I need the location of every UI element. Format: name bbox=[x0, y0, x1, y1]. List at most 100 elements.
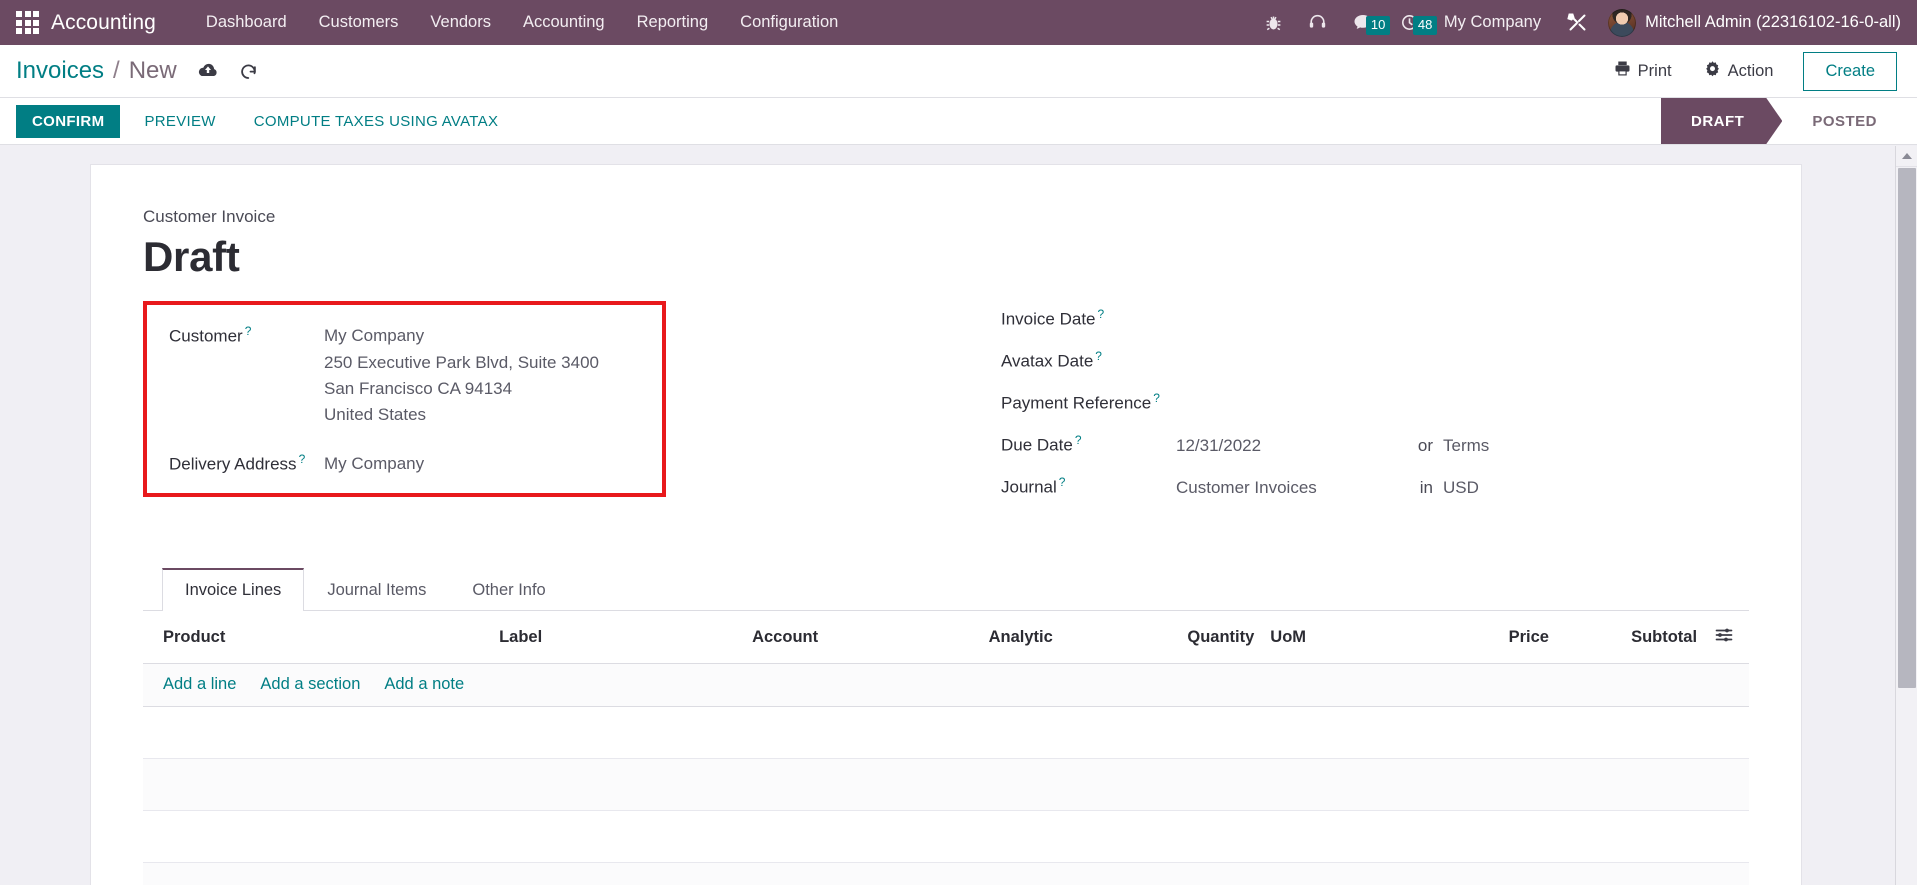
undo-icon[interactable] bbox=[239, 62, 258, 81]
action-label: Action bbox=[1727, 61, 1774, 80]
scroll-up-arrow-icon[interactable] bbox=[1896, 146, 1917, 167]
avatar bbox=[1608, 8, 1637, 37]
top-navbar: Accounting Dashboard Customers Vendors A… bbox=[0, 0, 1917, 45]
vertical-scrollbar[interactable] bbox=[1895, 146, 1917, 885]
column-header-uom[interactable]: UoM bbox=[1262, 611, 1381, 665]
customer-label-text: Customer bbox=[169, 326, 243, 346]
field-delivery-address[interactable]: Delivery Address? My Company bbox=[169, 451, 646, 477]
delivery-address-value[interactable]: My Company bbox=[324, 451, 424, 477]
gear-icon bbox=[1704, 60, 1721, 82]
column-header-analytic[interactable]: Analytic bbox=[898, 611, 1144, 665]
company-switcher[interactable]: My Company bbox=[1432, 13, 1555, 32]
optional-columns-toggle[interactable] bbox=[1705, 611, 1749, 665]
navbar-right-tools: 10 48 My Company Mitchell Admin (2231610… bbox=[1252, 8, 1901, 37]
delivery-address-label: Delivery Address? bbox=[169, 451, 324, 475]
column-header-account[interactable]: Account bbox=[672, 611, 899, 665]
due-date-value[interactable]: 12/31/2022 bbox=[1176, 436, 1411, 456]
preview-button[interactable]: PREVIEW bbox=[130, 105, 229, 138]
due-date-conjunction: or bbox=[1417, 435, 1433, 455]
support-headset-icon[interactable] bbox=[1295, 13, 1340, 32]
add-line-row: Add a line Add a section Add a note bbox=[143, 663, 1749, 708]
cloud-upload-icon[interactable] bbox=[197, 62, 219, 80]
help-icon[interactable]: ? bbox=[245, 324, 252, 338]
menu-item-customers[interactable]: Customers bbox=[303, 2, 415, 43]
payment-terms-value[interactable]: Terms bbox=[1443, 436, 1489, 456]
table-row bbox=[143, 758, 1749, 812]
tab-other-info[interactable]: Other Info bbox=[449, 568, 568, 611]
action-button[interactable]: Action bbox=[1688, 54, 1790, 88]
confirm-button[interactable]: CONFIRM bbox=[16, 104, 121, 138]
tab-journal-items[interactable]: Journal Items bbox=[304, 568, 449, 611]
customer-label: Customer? bbox=[169, 323, 324, 347]
invoice-lines-table: Product Label Account Analytic Quantity … bbox=[143, 611, 1749, 885]
menu-item-accounting[interactable]: Accounting bbox=[507, 2, 621, 43]
journal-label: Journal? bbox=[1001, 475, 1176, 498]
form-groups: Customer? My Company 250 Executive Park … bbox=[143, 301, 1749, 517]
document-type-label: Customer Invoice bbox=[143, 207, 276, 226]
tab-invoice-lines[interactable]: Invoice Lines bbox=[162, 568, 305, 612]
add-a-note-button[interactable]: Add a note bbox=[384, 675, 464, 694]
printer-icon bbox=[1614, 60, 1631, 82]
messages-icon[interactable]: 10 bbox=[1340, 13, 1391, 35]
customer-highlight-box: Customer? My Company 250 Executive Park … bbox=[143, 301, 666, 498]
customer-value[interactable]: My Company 250 Executive Park Blvd, Suit… bbox=[324, 323, 599, 428]
compute-taxes-avatax-button[interactable]: COMPUTE TAXES USING AVATAX bbox=[240, 105, 513, 138]
left-field-group: Customer? My Company 250 Executive Park … bbox=[143, 301, 946, 517]
field-customer[interactable]: Customer? My Company 250 Executive Park … bbox=[169, 323, 646, 428]
print-button[interactable]: Print bbox=[1598, 54, 1688, 88]
field-journal[interactable]: Journal? Customer Invoices in USD bbox=[1001, 475, 1749, 499]
column-header-subtotal[interactable]: Subtotal bbox=[1556, 611, 1706, 665]
customer-name: My Company bbox=[324, 326, 425, 346]
help-icon[interactable]: ? bbox=[1098, 307, 1105, 321]
menu-item-reporting[interactable]: Reporting bbox=[621, 2, 725, 43]
add-a-line-button[interactable]: Add a line bbox=[163, 675, 236, 694]
journal-value[interactable]: Customer Invoices bbox=[1176, 478, 1411, 498]
table-row bbox=[143, 706, 1749, 760]
column-header-quantity[interactable]: Quantity bbox=[1143, 611, 1263, 665]
odoo-app-window: Accounting Dashboard Customers Vendors A… bbox=[0, 0, 1917, 885]
activities-clock-icon[interactable]: 48 bbox=[1387, 13, 1438, 35]
field-due-date[interactable]: Due Date? 12/31/2022 or Terms bbox=[1001, 433, 1749, 457]
invoice-date-label-text: Invoice Date bbox=[1001, 309, 1096, 329]
create-button[interactable]: Create bbox=[1803, 51, 1897, 91]
add-line-links: Add a line Add a section Add a note bbox=[163, 675, 1741, 694]
menu-item-configuration[interactable]: Configuration bbox=[724, 2, 854, 43]
page-title: Draft bbox=[143, 233, 240, 280]
invoice-sheet: Customer Invoice Draft Customer? My Comp… bbox=[90, 164, 1802, 885]
control-panel: Invoices / New Print Action Create bbox=[0, 45, 1917, 98]
menu-item-vendors[interactable]: Vendors bbox=[414, 2, 507, 43]
breadcrumb-invoices[interactable]: Invoices bbox=[16, 57, 104, 85]
field-invoice-date[interactable]: Invoice Date? bbox=[1001, 307, 1749, 331]
field-avatax-date[interactable]: Avatax Date? bbox=[1001, 349, 1749, 373]
breadcrumb: Invoices / New bbox=[16, 57, 177, 85]
field-payment-reference[interactable]: Payment Reference? bbox=[1001, 391, 1749, 415]
journal-conjunction: in bbox=[1419, 477, 1433, 497]
menu-item-dashboard[interactable]: Dashboard bbox=[190, 2, 303, 43]
currency-value[interactable]: USD bbox=[1443, 478, 1479, 498]
help-icon[interactable]: ? bbox=[1075, 433, 1082, 447]
table-header-row: Product Label Account Analytic Quantity … bbox=[143, 611, 1749, 665]
help-icon[interactable]: ? bbox=[1095, 349, 1102, 363]
customer-address-line-2: San Francisco CA 94134 bbox=[324, 378, 513, 398]
column-header-product[interactable]: Product bbox=[143, 611, 370, 665]
journal-label-text: Journal bbox=[1001, 477, 1057, 497]
help-icon[interactable]: ? bbox=[299, 452, 306, 466]
app-title[interactable]: Accounting bbox=[51, 11, 156, 35]
column-header-label[interactable]: Label bbox=[369, 611, 673, 665]
wrench-screwdriver-icon[interactable] bbox=[1555, 12, 1600, 33]
stage-draft[interactable]: DRAFT bbox=[1661, 98, 1782, 144]
sliders-toggle-icon[interactable] bbox=[1715, 627, 1733, 648]
add-a-section-button[interactable]: Add a section bbox=[260, 675, 360, 694]
help-icon[interactable]: ? bbox=[1059, 475, 1066, 489]
stage-posted[interactable]: POSTED bbox=[1782, 98, 1903, 144]
help-icon[interactable]: ? bbox=[1153, 391, 1160, 405]
breadcrumb-separator: / bbox=[113, 57, 120, 84]
user-menu[interactable]: Mitchell Admin (22316102-16-0-all) bbox=[1600, 8, 1901, 37]
table-row bbox=[143, 862, 1749, 885]
column-header-price[interactable]: Price bbox=[1380, 611, 1557, 665]
status-bar: CONFIRM PREVIEW COMPUTE TAXES USING AVAT… bbox=[0, 98, 1917, 145]
scrollbar-thumb[interactable] bbox=[1898, 168, 1916, 688]
bug-icon[interactable] bbox=[1252, 13, 1295, 32]
grid-apps-icon[interactable] bbox=[16, 11, 39, 34]
due-date-label: Due Date? bbox=[1001, 433, 1176, 456]
